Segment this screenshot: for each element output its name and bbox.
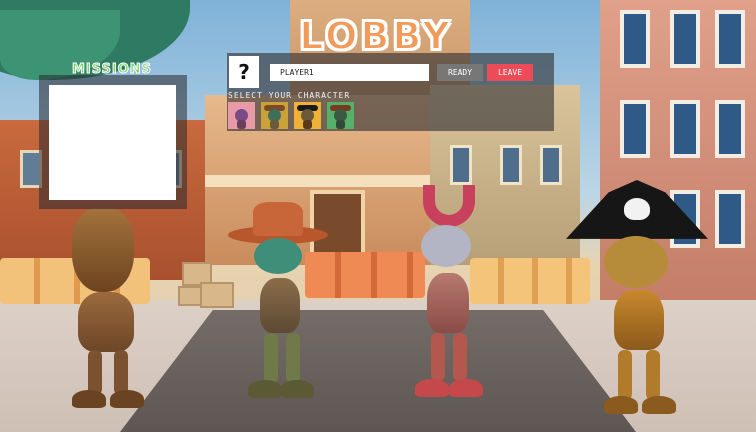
leave-button[interactable]: LEAVE	[487, 64, 533, 81]
tile-body	[303, 120, 312, 129]
character-leg	[114, 350, 128, 395]
character-foot	[604, 396, 638, 414]
character-foot	[642, 396, 676, 414]
missions-list[interactable]	[49, 85, 176, 200]
character-body	[78, 292, 134, 352]
character-body	[614, 290, 664, 350]
character-head	[254, 238, 302, 274]
building-window	[715, 190, 745, 248]
character-leg	[646, 350, 660, 400]
character-foot	[280, 380, 314, 398]
tile-body	[336, 120, 345, 129]
character-body	[427, 273, 469, 333]
character-option-samurai[interactable]	[228, 102, 255, 129]
building-window	[540, 145, 562, 185]
character-foot	[248, 380, 282, 398]
building-window	[450, 145, 472, 185]
character-foot	[415, 379, 449, 397]
cardboard-box	[178, 286, 202, 306]
character-foot	[110, 390, 144, 408]
player-avatar-slot[interactable]: ?	[229, 56, 259, 88]
cowboy-robot-character	[228, 198, 338, 413]
character-option-explorer[interactable]	[327, 102, 354, 129]
player-name-input[interactable]: PLAYER1	[270, 64, 429, 81]
character-foot	[72, 390, 106, 408]
samurai-robot-character	[50, 200, 160, 420]
tile-body	[270, 120, 279, 129]
character-head	[421, 225, 471, 267]
building-window	[715, 100, 745, 158]
missions-title: MISSIONS	[72, 62, 153, 78]
character-head	[72, 208, 134, 292]
character-foot	[449, 379, 483, 397]
cowboy-hat-crown	[253, 202, 303, 236]
tile-body	[237, 120, 246, 129]
building-window	[715, 10, 745, 68]
character-option-cowboy[interactable]	[261, 102, 288, 129]
character-leg	[618, 350, 632, 400]
pirate-robot-character	[566, 180, 716, 425]
building-window	[670, 100, 700, 158]
character-leg	[264, 333, 278, 383]
building-window	[500, 145, 522, 185]
ready-button[interactable]: READY	[437, 64, 483, 81]
skull-crossbones-icon	[624, 198, 650, 220]
character-leg	[453, 333, 467, 381]
select-character-label: SELECT YOUR CHARACTER	[228, 91, 351, 100]
character-leg	[88, 350, 102, 395]
building-window	[670, 10, 700, 68]
building-window	[620, 10, 650, 68]
character-option-pirate[interactable]	[294, 102, 321, 129]
character-leg	[431, 333, 445, 381]
magnet-robot-character	[405, 185, 495, 410]
character-head	[604, 236, 668, 288]
magnet-hat	[423, 185, 475, 227]
character-body	[260, 278, 300, 333]
building-window	[620, 100, 650, 158]
character-leg	[286, 333, 300, 383]
lobby-title-logo: LOBBY	[298, 13, 453, 59]
